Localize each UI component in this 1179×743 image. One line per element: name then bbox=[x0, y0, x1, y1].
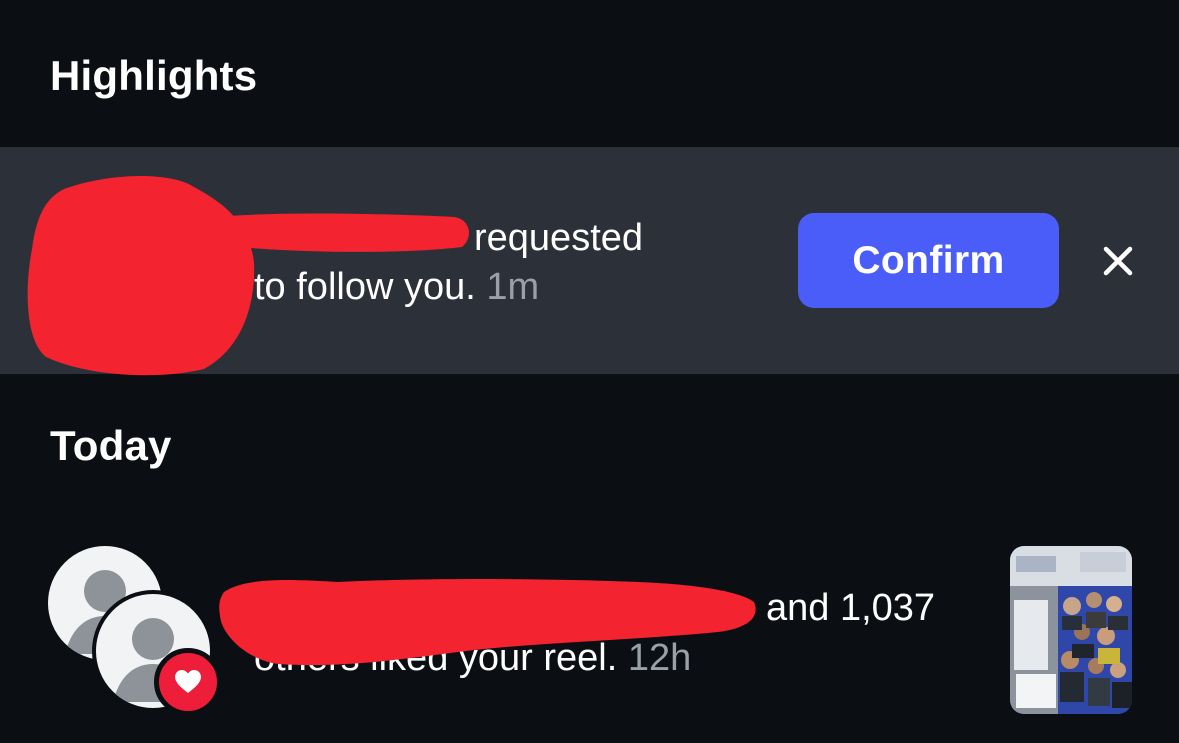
redacted-name-scribble bbox=[196, 213, 469, 252]
like-notification-row[interactable]: and 1,037 others liked your reel. 12h bbox=[0, 530, 1179, 730]
like-text-line1: and 1,037 bbox=[766, 587, 936, 629]
reel-thumbnail[interactable] bbox=[1010, 546, 1132, 714]
request-text-line2: to follow you. 1m bbox=[254, 263, 539, 312]
heart-icon bbox=[175, 670, 201, 693]
redacted-names-scribble bbox=[219, 579, 756, 666]
highlights-heading: Highlights bbox=[50, 52, 258, 99]
redacted-avatar-scribble bbox=[27, 176, 255, 376]
like-badge bbox=[154, 648, 222, 716]
follow-request-row[interactable]: requested to follow you. 1m Confirm bbox=[0, 147, 1179, 376]
today-heading: Today bbox=[50, 422, 172, 469]
dismiss-button[interactable] bbox=[1096, 239, 1140, 283]
confirm-button[interactable]: Confirm bbox=[798, 213, 1059, 308]
close-icon bbox=[1103, 246, 1133, 276]
request-timestamp: 1m bbox=[486, 266, 540, 308]
request-text-line1: requested bbox=[474, 217, 644, 259]
reel-thumbnail-image bbox=[1010, 546, 1132, 714]
request-text-body: to follow you. bbox=[254, 266, 476, 308]
